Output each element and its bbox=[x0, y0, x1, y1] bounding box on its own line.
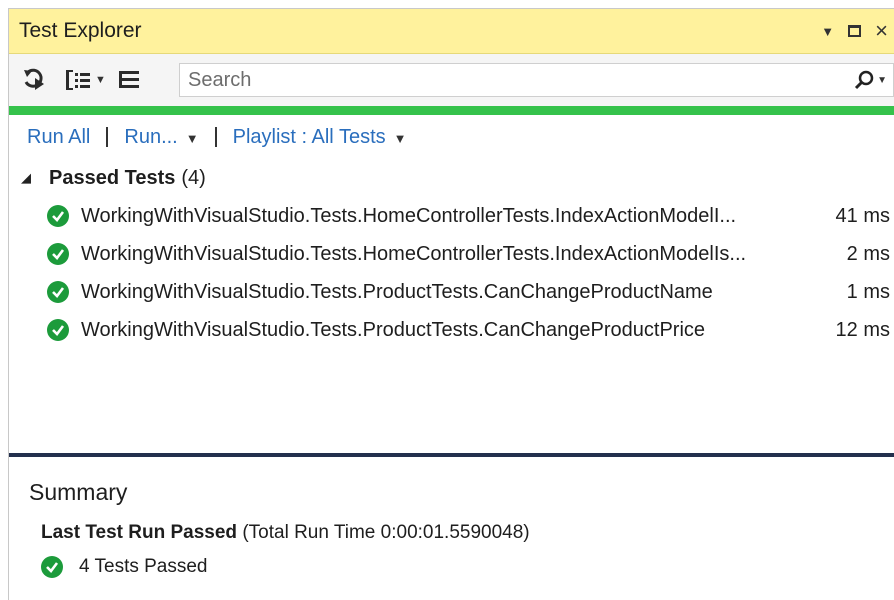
collapse-arrow-icon[interactable]: ◢ bbox=[21, 170, 41, 186]
search-box: ▼ bbox=[179, 63, 894, 97]
search-icon bbox=[855, 70, 874, 90]
test-duration: 12 ms bbox=[835, 318, 890, 341]
list-view-icon[interactable] bbox=[116, 65, 142, 95]
run-refresh-icon[interactable] bbox=[19, 65, 49, 95]
test-name: WorkingWithVisualStudio.Tests.HomeContro… bbox=[81, 204, 737, 227]
run-dropdown-icon[interactable]: ▼ bbox=[186, 131, 199, 146]
test-duration: 1 ms bbox=[846, 280, 890, 303]
passed-check-icon bbox=[41, 556, 63, 578]
passed-tests-group[interactable]: ◢ Passed Tests (4) bbox=[9, 159, 894, 197]
search-input[interactable] bbox=[180, 64, 855, 96]
test-row[interactable]: WorkingWithVisualStudio.Tests.ProductTes… bbox=[9, 311, 894, 349]
test-row[interactable]: WorkingWithVisualStudio.Tests.HomeContro… bbox=[9, 235, 894, 273]
search-options-dropdown-icon[interactable]: ▼ bbox=[877, 75, 887, 86]
test-duration: 41 ms bbox=[835, 204, 890, 227]
run-dropdown[interactable]: Run... ▼ bbox=[124, 126, 198, 149]
window-menu-dropdown-icon[interactable]: ▼ bbox=[821, 25, 834, 38]
group-count: (4) bbox=[181, 166, 206, 189]
run-all-link[interactable]: Run All bbox=[27, 126, 90, 149]
test-duration: 2 ms bbox=[846, 242, 890, 265]
passed-check-icon bbox=[47, 205, 69, 227]
passed-check-icon bbox=[47, 243, 69, 265]
playlist-link[interactable]: Playlist : All Tests bbox=[233, 126, 386, 148]
playlist-dropdown[interactable]: Playlist : All Tests ▼ bbox=[233, 126, 407, 149]
command-separator bbox=[214, 127, 217, 147]
test-name: WorkingWithVisualStudio.Tests.ProductTes… bbox=[81, 318, 706, 341]
test-explorer-window: Test Explorer ▼ × ▼ Search ▼ Run All Run… bbox=[8, 8, 894, 600]
toolbar: ▼ ▼ bbox=[9, 54, 894, 106]
total-run-time: (Total Run Time 0:00:01.5590048) bbox=[242, 522, 530, 543]
passed-check-icon bbox=[47, 319, 69, 341]
run-link[interactable]: Run... bbox=[124, 126, 177, 148]
playlist-dropdown-icon[interactable]: ▼ bbox=[394, 131, 407, 146]
window-controls: ▼ × bbox=[821, 9, 888, 53]
test-row[interactable]: WorkingWithVisualStudio.Tests.ProductTes… bbox=[9, 273, 894, 311]
result-text: 4 Tests Passed bbox=[79, 556, 208, 577]
summary-panel: Summary Last Test Run Passed (Total Run … bbox=[9, 457, 894, 600]
window-title: Test Explorer bbox=[19, 19, 142, 42]
search-button[interactable]: ▼ bbox=[854, 70, 887, 90]
last-run-label: Last Test Run Passed bbox=[41, 522, 238, 543]
passed-check-icon bbox=[47, 281, 69, 303]
summary-result: 4 Tests Passed bbox=[41, 556, 894, 578]
group-by-dropdown-icon[interactable]: ▼ bbox=[95, 74, 106, 86]
test-row[interactable]: WorkingWithVisualStudio.Tests.HomeContro… bbox=[9, 197, 894, 235]
group-by-icon[interactable] bbox=[63, 65, 93, 95]
run-progress-bar bbox=[9, 106, 894, 115]
close-icon[interactable]: × bbox=[875, 20, 888, 42]
command-bar: Run All Run... ▼ Playlist : All Tests ▼ bbox=[9, 115, 894, 159]
group-title: Passed Tests bbox=[49, 166, 176, 189]
command-separator bbox=[106, 127, 109, 147]
test-name: WorkingWithVisualStudio.Tests.ProductTes… bbox=[81, 280, 713, 303]
tests-list: ◢ Passed Tests (4) WorkingWithVisualStud… bbox=[9, 159, 894, 349]
title-bar: Test Explorer ▼ × bbox=[9, 9, 894, 54]
summary-title: Summary bbox=[29, 479, 128, 505]
maximize-icon[interactable] bbox=[848, 25, 862, 37]
test-name: WorkingWithVisualStudio.Tests.HomeContro… bbox=[81, 242, 747, 265]
last-run-line: Last Test Run Passed (Total Run Time 0:0… bbox=[41, 522, 894, 544]
